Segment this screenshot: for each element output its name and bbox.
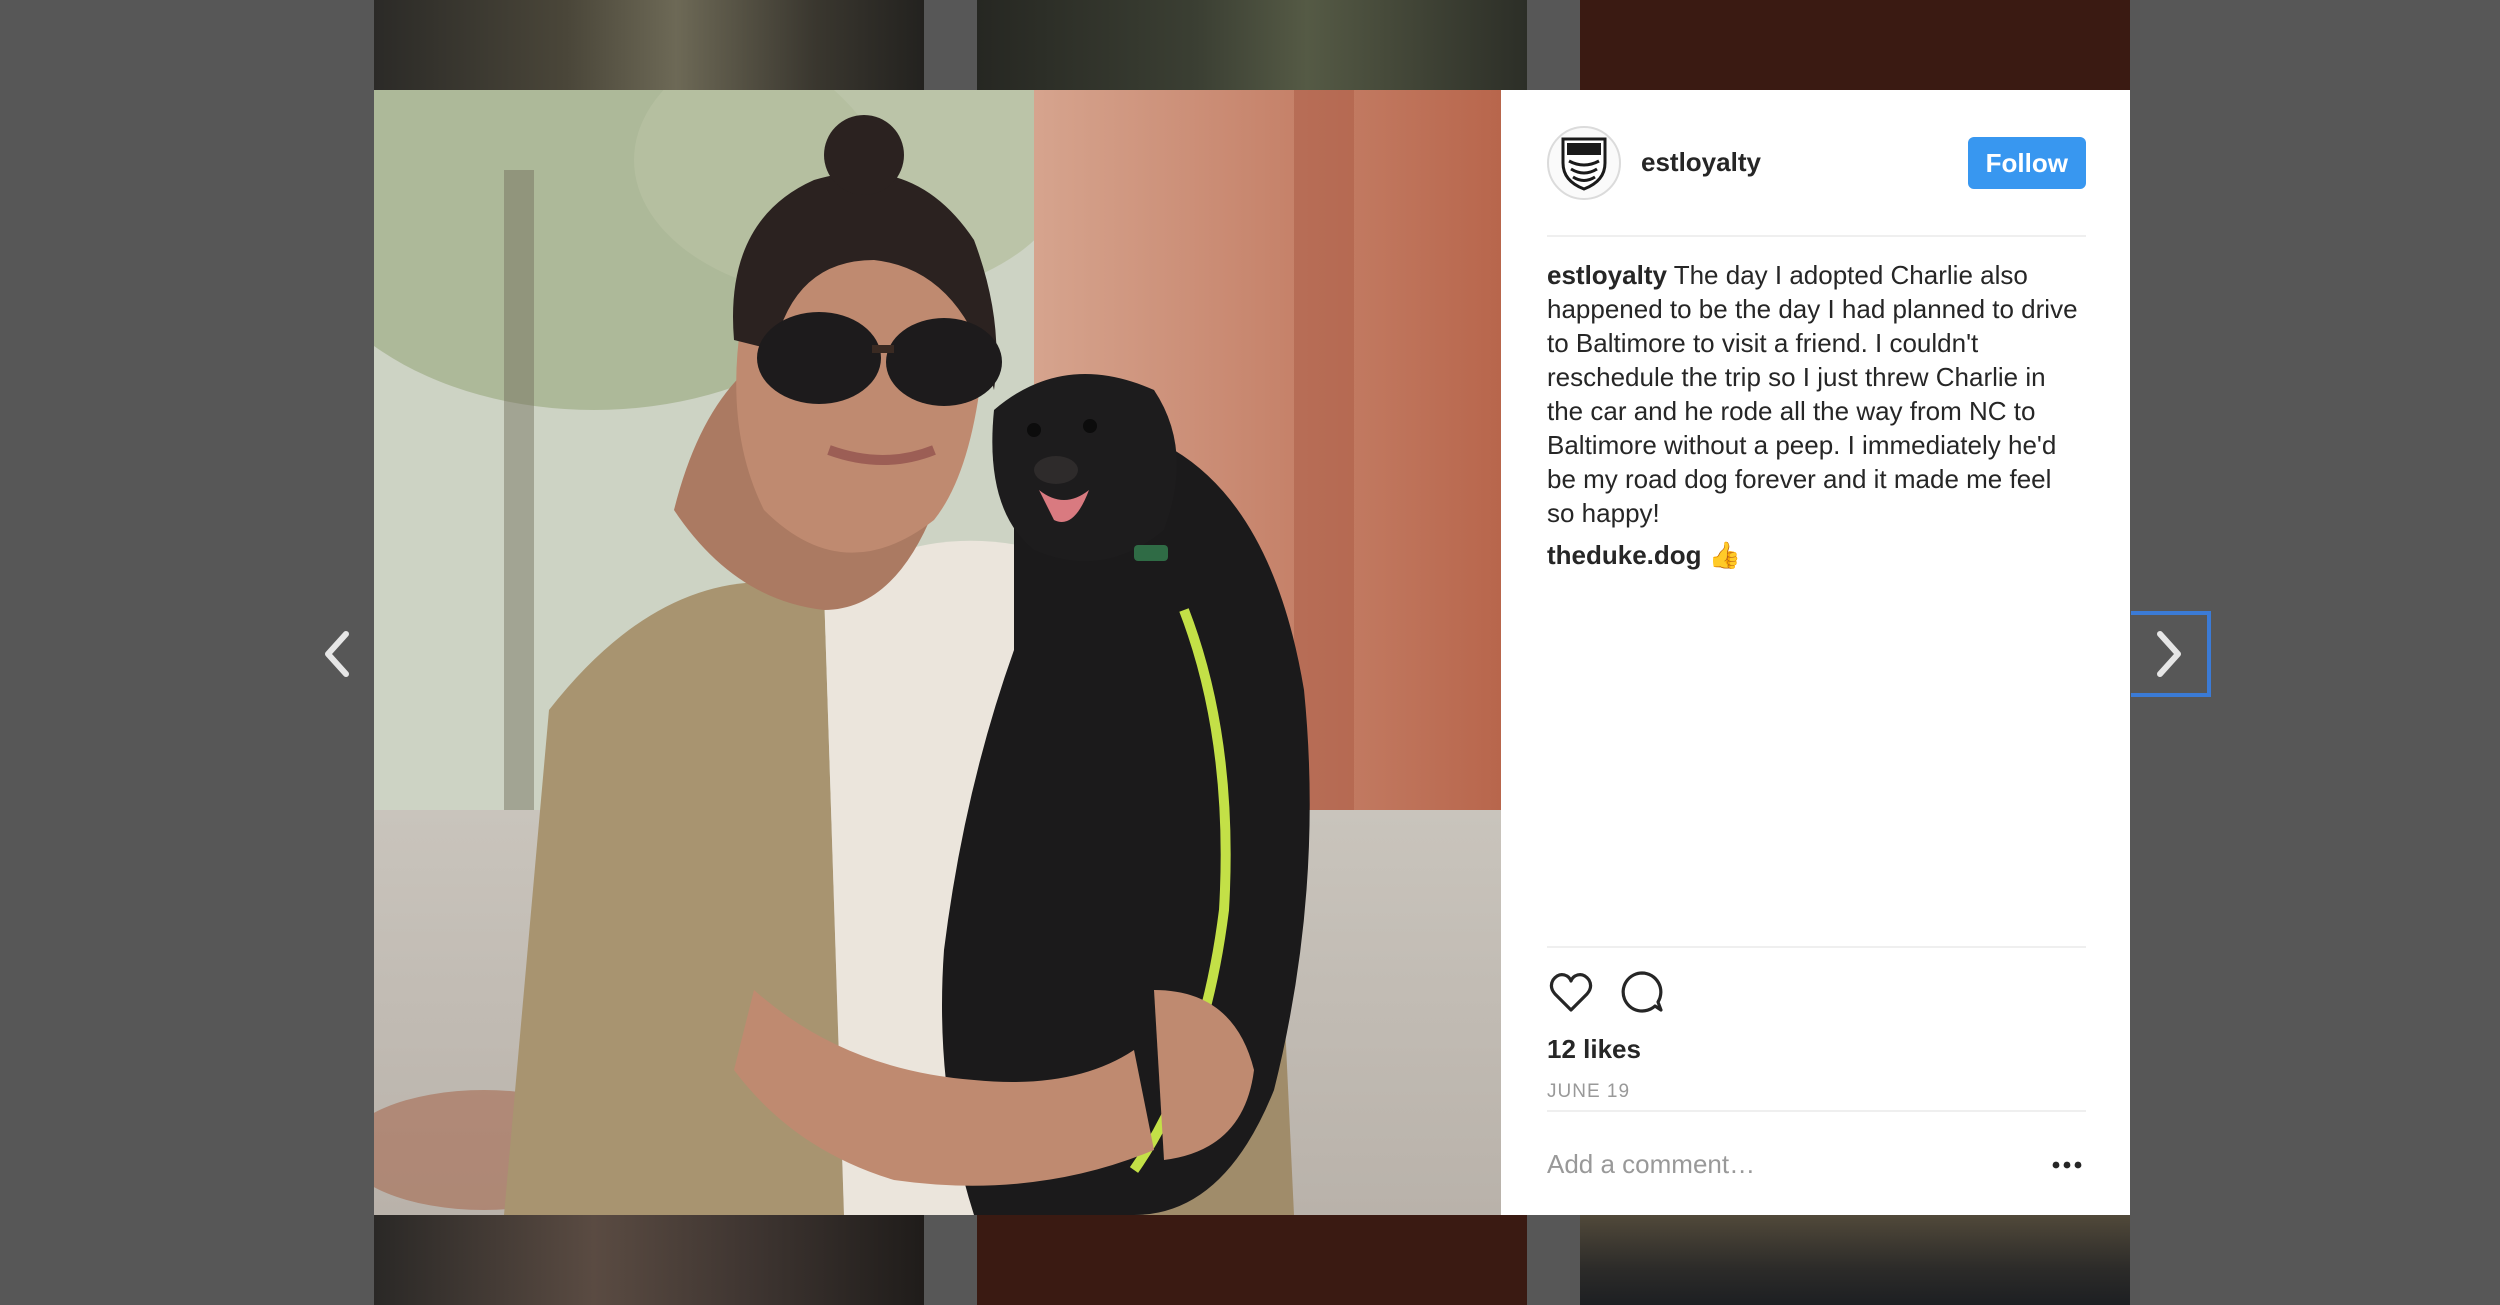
post-details-panel: estloyalty Follow estloyalty The day I a… xyxy=(1501,90,2130,1215)
action-icons xyxy=(1547,968,2086,1016)
avatar[interactable] xyxy=(1547,125,1621,200)
background-post-thumbnail[interactable] xyxy=(977,1215,1527,1305)
photo-woman-holding-dog xyxy=(374,90,1501,1215)
post-caption: estloyalty The day I adopted Charlie als… xyxy=(1547,258,2086,530)
previous-post-button[interactable] xyxy=(297,614,377,694)
comment-username[interactable]: theduke.dog xyxy=(1547,540,1702,570)
comment-item: theduke.dog 👍 xyxy=(1547,538,2086,572)
background-post-thumbnail[interactable] xyxy=(374,1215,924,1305)
next-post-button[interactable] xyxy=(2131,611,2211,697)
post-actions: 12 likes JUNE 19 xyxy=(1547,946,2086,1103)
background-post-thumbnail[interactable] xyxy=(374,0,924,90)
heart-icon[interactable] xyxy=(1547,970,1595,1014)
follow-button[interactable]: Follow xyxy=(1967,136,2086,189)
comment-icon[interactable] xyxy=(1619,969,1665,1015)
caption-username[interactable]: estloyalty xyxy=(1547,260,1667,290)
comment-input[interactable]: Add a comment… xyxy=(1547,1149,1755,1180)
likes-count[interactable]: 12 likes xyxy=(1547,1034,2086,1065)
post-header: estloyalty Follow xyxy=(1547,90,2086,237)
post-date[interactable]: JUNE 19 xyxy=(1547,1081,2086,1103)
lightbox-overlay[interactable]: estloyalty Follow estloyalty The day I a… xyxy=(0,0,2500,1305)
chevron-left-icon xyxy=(325,631,349,677)
background-post-thumbnail[interactable] xyxy=(1580,0,2130,90)
caption-text: The day I adopted Charlie also happened … xyxy=(1547,260,2078,528)
chevron-right-icon xyxy=(2157,631,2181,677)
post-username[interactable]: estloyalty xyxy=(1641,147,1761,178)
more-options-icon[interactable] xyxy=(2052,1161,2082,1169)
comment-text: 👍 xyxy=(1701,540,1742,570)
add-comment-bar: Add a comment… xyxy=(1547,1110,2086,1217)
post-photo[interactable] xyxy=(374,90,1501,1215)
post-modal: estloyalty Follow estloyalty The day I a… xyxy=(374,90,2130,1215)
background-post-thumbnail[interactable] xyxy=(1580,1215,2130,1305)
background-post-thumbnail[interactable] xyxy=(977,0,1527,90)
shield-logo-icon xyxy=(1561,137,1607,191)
